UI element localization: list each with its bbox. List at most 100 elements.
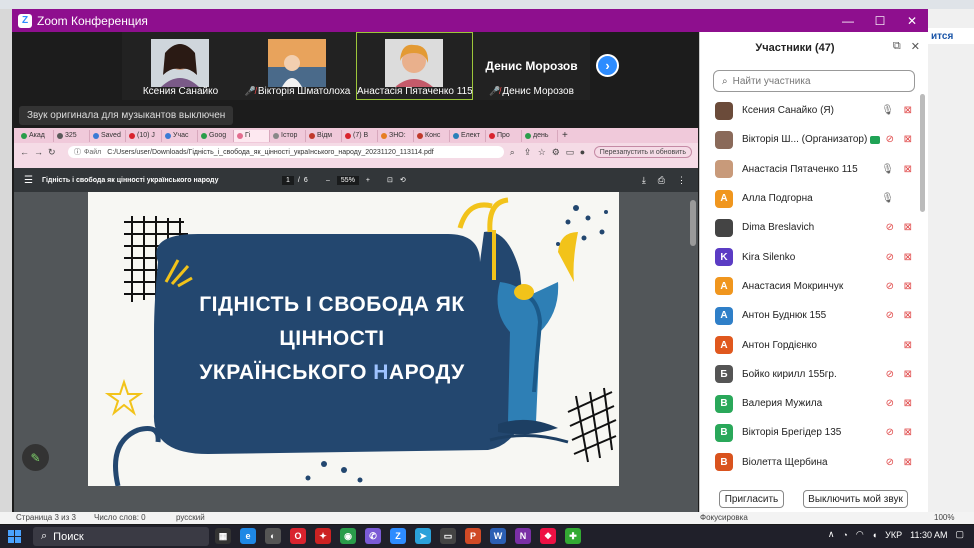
volume-icon[interactable]: ◖ xyxy=(872,530,877,540)
reload-icon[interactable]: ↻ xyxy=(48,147,62,158)
minimize-button[interactable]: — xyxy=(832,9,864,32)
app-icon[interactable]: ✚ xyxy=(565,528,581,544)
host-badge-icon xyxy=(870,135,881,144)
participant-photo xyxy=(385,39,443,87)
participant-row[interactable]: Б Бойко кирилл 155гр. ⊘ ⊠ xyxy=(700,360,920,389)
language-indicator[interactable]: УКР xyxy=(885,530,902,540)
tile-name: Ксения Санайко xyxy=(142,86,219,97)
page-number-input[interactable]: 1 xyxy=(282,175,294,185)
browser-tab[interactable]: Гі xyxy=(234,129,270,142)
pdf-scrollbar[interactable] xyxy=(690,200,696,246)
background-link-fragment[interactable]: ится xyxy=(928,28,974,44)
address-field[interactable]: ⓘ Файл C:/Users/user/Downloads/Гідність_… xyxy=(68,146,504,158)
clock[interactable]: 11:30 AM xyxy=(910,530,947,540)
browser-tab[interactable]: день xyxy=(522,129,558,142)
browser-tab[interactable]: Конс xyxy=(414,129,450,142)
wifi-icon[interactable]: ◠ xyxy=(856,529,864,540)
participant-row[interactable]: В Валерия Мужила ⊘ ⊠ xyxy=(700,389,920,418)
zoom-app-icon[interactable]: Z xyxy=(390,528,406,544)
popout-icon[interactable]: ⧉ xyxy=(893,40,901,53)
participant-avatar xyxy=(715,101,733,120)
zoom-level[interactable]: 55% xyxy=(336,175,359,185)
participant-row[interactable]: K Kira Silenko ⊘ ⊠ xyxy=(700,242,920,271)
profile-avatar-icon[interactable]: ● xyxy=(580,147,594,157)
word-icon[interactable]: W xyxy=(490,528,506,544)
telegram-icon[interactable]: ➤ xyxy=(415,528,431,544)
chevron-up-icon[interactable]: ∧ xyxy=(828,529,835,540)
close-button[interactable]: ✕ xyxy=(896,9,928,32)
app-icon[interactable]: ▭ xyxy=(440,528,456,544)
app-icon[interactable]: ❖ xyxy=(540,528,556,544)
participant-row[interactable]: В Віолетта Щербина ⊘ ⊠ xyxy=(700,448,920,477)
browser-tab[interactable]: Елект xyxy=(450,129,486,142)
more-options-icon[interactable]: ⋮ xyxy=(677,175,686,186)
bookmark-star-icon[interactable]: ☆ xyxy=(538,147,552,158)
participant-search[interactable]: ⌕ Найти участника xyxy=(713,70,915,92)
opera-icon[interactable]: O xyxy=(290,528,306,544)
browser-tab[interactable]: Про xyxy=(486,129,522,142)
participant-row[interactable]: Dima Breslavich ⊘ ⊠ xyxy=(700,213,920,242)
participant-row[interactable]: Анастасія Пятаченко 115 🎙 ⊠ xyxy=(700,155,920,184)
zoom-out-button[interactable]: – xyxy=(326,177,330,184)
browser-tab[interactable]: Goog xyxy=(198,129,234,142)
browser-tab[interactable]: 325 xyxy=(54,129,90,142)
video-tile-active-speaker[interactable]: Анастасія Пятаченко 115 xyxy=(356,32,473,100)
powerpoint-icon[interactable]: P xyxy=(465,528,481,544)
app-icon[interactable]: ✦ xyxy=(315,528,331,544)
update-browser-button[interactable]: Перезапустить и обновить xyxy=(593,146,692,158)
video-tile[interactable]: Денис Морозов 🎤̸ Денис Морозов xyxy=(473,32,590,100)
network-icon[interactable]: ◔ xyxy=(842,530,847,540)
taskbar-search[interactable]: ⌕ Поиск xyxy=(33,527,209,546)
print-icon[interactable]: ⎙ xyxy=(658,175,665,186)
participant-row[interactable]: Вікторія Ш... (Организатор) ⊘ ⊠ xyxy=(700,125,920,154)
windows-start-icon[interactable] xyxy=(8,530,21,543)
participant-row[interactable]: Ксения Санайко (Я) 🎙 ⊠ xyxy=(700,96,920,125)
share-icon[interactable]: ⇪ xyxy=(524,147,538,158)
panel-header-icons: ⧉ ✕ xyxy=(893,40,920,53)
video-tile[interactable]: 🎤̸ Вікторія Шматолоха xyxy=(239,32,356,100)
sidebar-icon[interactable]: ▭ xyxy=(566,147,580,158)
browser-tab[interactable]: Відм xyxy=(306,129,342,142)
rotate-icon[interactable]: ⟲ xyxy=(400,176,406,184)
edge-icon[interactable]: e xyxy=(240,528,256,544)
onenote-icon[interactable]: N xyxy=(515,528,531,544)
maximize-button[interactable]: ☐ xyxy=(864,9,896,32)
notifications-icon[interactable]: ▢ xyxy=(955,529,964,540)
viber-icon[interactable]: ✆ xyxy=(365,528,381,544)
zoom-icon[interactable]: ⌕ xyxy=(510,147,524,158)
zoom-in-button[interactable]: + xyxy=(366,177,370,184)
participant-row[interactable]: А Алла Подгорна 🎙 xyxy=(700,184,920,213)
tab-favicon-icon xyxy=(93,132,99,139)
participant-row[interactable]: А Анастасия Мокринчук ⊘ ⊠ xyxy=(700,272,920,301)
extensions-icon[interactable]: ⚙ xyxy=(552,147,566,158)
browser-tab[interactable]: (7) B xyxy=(342,129,378,142)
task-view-icon[interactable]: ▦ xyxy=(215,528,231,544)
annotate-pen-button[interactable]: ✎ xyxy=(22,444,49,471)
participant-row[interactable]: В Вікторія Брегідер 135 ⊘ ⊠ xyxy=(700,418,920,447)
new-tab-button[interactable]: + xyxy=(562,130,568,141)
browser-tab[interactable]: (10) J xyxy=(126,129,162,142)
gallery-next-button[interactable]: › xyxy=(596,54,619,77)
browser-tab[interactable]: Учас xyxy=(162,129,198,142)
invite-button[interactable]: Пригласить xyxy=(719,490,784,508)
forward-arrow-icon[interactable]: → xyxy=(34,147,48,157)
video-off-icon: ⊠ xyxy=(903,105,912,117)
video-tile[interactable]: Ксения Санайко xyxy=(122,32,239,100)
browser-tab[interactable]: ЗНО: xyxy=(378,129,414,142)
browser-tab[interactable]: Акад xyxy=(18,129,54,142)
menu-icon[interactable]: ☰ xyxy=(24,175,33,186)
pdf-viewer: ГІДНІСТЬ І СВОБОДА ЯК ЦІННОСТІ УКРАЇНСЬК… xyxy=(14,192,698,518)
browser-tab[interactable]: Істор xyxy=(270,129,306,142)
status-focus: Фокусировка xyxy=(700,513,748,522)
participant-row[interactable]: А Антон Буднюк 155 ⊘ ⊠ xyxy=(700,301,920,330)
fit-page-icon[interactable]: ⊡ xyxy=(387,176,393,184)
back-arrow-icon[interactable]: ← xyxy=(20,147,34,157)
chrome-icon[interactable]: ◉ xyxy=(340,528,356,544)
app-icon[interactable]: ◐ xyxy=(265,528,281,544)
participant-row[interactable]: А Антон Гордієнко ⊠ xyxy=(700,330,920,359)
close-panel-icon[interactable]: ✕ xyxy=(911,40,920,53)
participant-list-scrollbar[interactable] xyxy=(920,94,925,212)
mute-me-button[interactable]: Выключить мой звук xyxy=(803,490,908,508)
download-icon[interactable]: ⤓ xyxy=(642,175,646,186)
browser-tab[interactable]: Saved xyxy=(90,129,126,142)
